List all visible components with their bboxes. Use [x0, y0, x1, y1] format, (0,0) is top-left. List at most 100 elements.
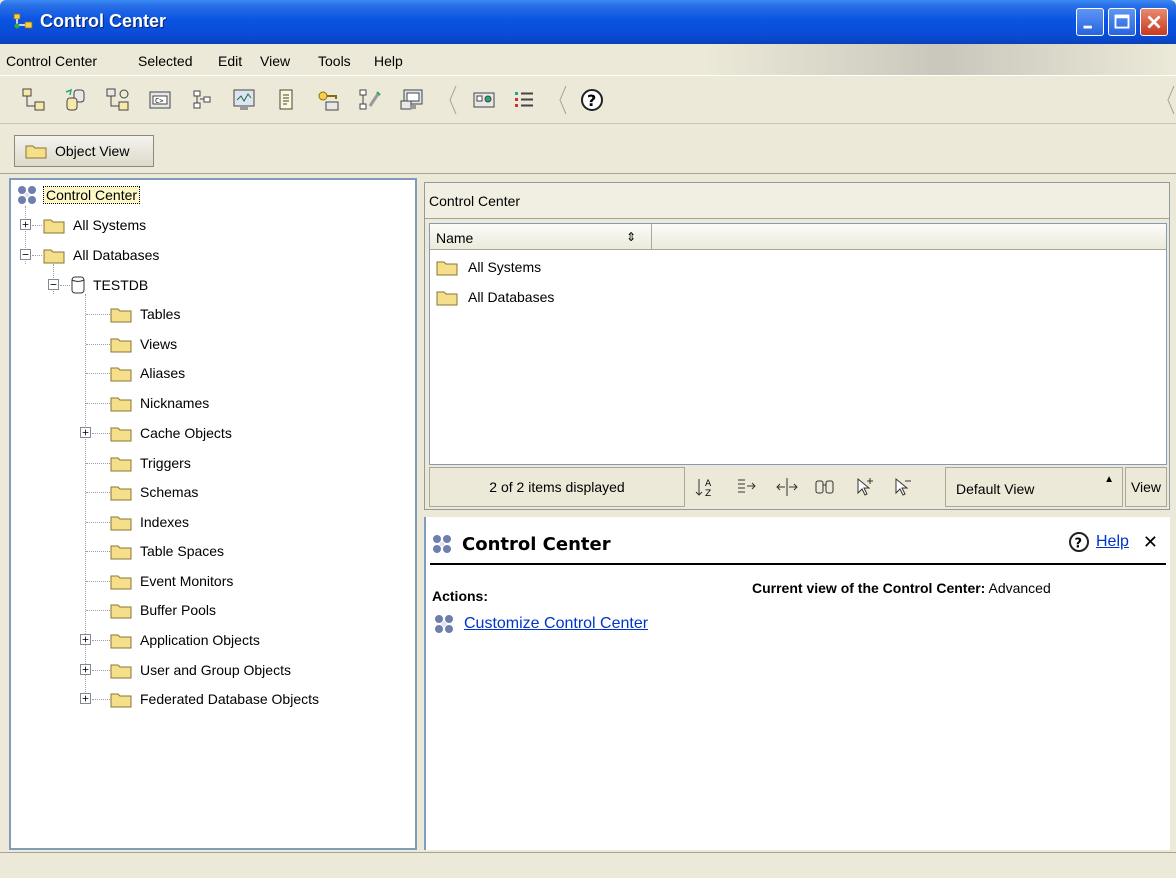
expand-icon[interactable]	[20, 219, 31, 230]
sort-az-icon[interactable]: AZ	[695, 475, 719, 499]
folder-icon	[110, 516, 132, 531]
tree-connector	[86, 314, 110, 315]
license-center-icon[interactable]	[314, 86, 342, 114]
expand-icon[interactable]	[80, 634, 91, 645]
contents-header: Control Center	[425, 183, 1169, 219]
menu-edit[interactable]: Edit	[218, 53, 242, 69]
tree-connector	[86, 403, 110, 404]
view-button[interactable]: View	[1125, 467, 1167, 507]
command-editor-icon[interactable]: C>	[146, 86, 174, 114]
tree-connector	[92, 640, 110, 641]
toolbar-overflow-icon[interactable]	[1166, 84, 1176, 116]
legend-icon[interactable]	[470, 86, 498, 114]
maximize-button[interactable]	[1108, 8, 1136, 36]
info-title: Control Center	[462, 533, 611, 555]
object-view-button[interactable]: Object View	[14, 135, 154, 167]
list-item-all-systems[interactable]: All Systems	[436, 255, 541, 279]
tree-item-table-spaces[interactable]: Table Spaces	[110, 539, 224, 563]
info-divider	[430, 563, 1166, 565]
tree-item-nicknames[interactable]: Nicknames	[110, 391, 209, 415]
customize-control-center-link[interactable]: Customize Control Center	[464, 615, 648, 633]
folder-icon	[110, 575, 132, 590]
tree-item-all-systems[interactable]: All Systems	[43, 213, 146, 237]
tree-label: All Databases	[73, 247, 160, 263]
tree-item-control-center[interactable]: Control Center	[17, 183, 141, 207]
folder-icon	[43, 249, 65, 264]
tree-item-application-objects[interactable]: Application Objects	[110, 628, 260, 652]
menu-bar: Control Center Selected Edit View Tools …	[0, 44, 1176, 76]
folder-icon	[110, 308, 132, 323]
collapse-icon[interactable]	[20, 249, 31, 260]
tree-label: Indexes	[140, 514, 190, 530]
column-header-filler	[652, 224, 1166, 250]
menu-view[interactable]: View	[260, 53, 290, 69]
close-icon	[1147, 15, 1161, 29]
tree-item-aliases[interactable]: Aliases	[110, 361, 185, 385]
tree-label: Tables	[140, 306, 181, 322]
object-tree: Control Center All Systems All Databases	[9, 178, 417, 850]
folder-icon	[25, 145, 47, 159]
satellite-icon[interactable]	[104, 86, 132, 114]
system-tree-icon[interactable]	[20, 86, 48, 114]
control-center-icon	[433, 535, 451, 553]
list-item-all-databases[interactable]: All Databases	[436, 285, 554, 309]
select-all-icon[interactable]	[853, 475, 877, 499]
tree-item-indexes[interactable]: Indexes	[110, 510, 189, 534]
dev-center-icon[interactable]	[356, 86, 384, 114]
info-title-row: Control Center	[432, 529, 1164, 559]
menu-control-center[interactable]: Control Center	[6, 53, 97, 69]
tree-item-federated-database-objects[interactable]: Federated Database Objects	[110, 687, 319, 711]
help-link[interactable]: Help	[1096, 533, 1129, 551]
collapse-icon[interactable]	[48, 279, 59, 290]
view-select[interactable]: Default View ▲	[945, 467, 1123, 507]
tree-item-views[interactable]: Views	[110, 332, 177, 356]
customize-columns-icon[interactable]	[775, 475, 799, 499]
deselect-all-icon[interactable]	[891, 475, 915, 499]
help-icon[interactable]: ?	[1068, 531, 1090, 553]
tree-item-buffer-pools[interactable]: Buffer Pools	[110, 598, 216, 622]
tree-item-user-and-group-objects[interactable]: User and Group Objects	[110, 658, 291, 682]
column-header-name[interactable]: Name ⇕	[430, 224, 652, 250]
tree-label: Table Spaces	[140, 543, 225, 559]
expand-icon[interactable]	[80, 664, 91, 675]
expand-icon[interactable]	[80, 693, 91, 704]
folder-icon	[436, 261, 458, 276]
help-icon[interactable]: ?	[578, 86, 606, 114]
expand-icon[interactable]	[80, 427, 91, 438]
folder-icon	[110, 486, 132, 501]
list-view-icon[interactable]	[510, 86, 538, 114]
customize-control-center-action[interactable]: Customize Control Center	[434, 614, 648, 634]
tree-item-tables[interactable]: Tables	[110, 302, 180, 326]
tree-item-triggers[interactable]: Triggers	[110, 451, 191, 475]
filter-icon[interactable]	[735, 475, 759, 499]
tree-item-all-databases[interactable]: All Databases	[43, 243, 159, 267]
tree-label: Triggers	[140, 455, 191, 471]
find-icon[interactable]	[813, 475, 837, 499]
menu-tools[interactable]: Tools	[318, 53, 351, 69]
minimize-button[interactable]	[1076, 8, 1104, 36]
health-center-icon[interactable]	[230, 86, 258, 114]
tree-connector	[92, 433, 110, 434]
title-bar[interactable]: Control Center	[0, 0, 1176, 44]
database-icon	[71, 276, 85, 294]
replication-icon[interactable]	[62, 86, 90, 114]
close-info-button[interactable]: ✕	[1143, 532, 1158, 553]
svg-text:?: ?	[587, 91, 596, 110]
tree-connector	[92, 699, 110, 700]
tree-item-cache-objects[interactable]: Cache Objects	[110, 421, 232, 445]
tree-item-testdb[interactable]: TESTDB	[71, 273, 148, 297]
window-title: Control Center	[40, 11, 166, 31]
tree-label: Application Objects	[140, 632, 260, 648]
tools-settings-icon[interactable]	[398, 86, 426, 114]
task-center-icon[interactable]	[188, 86, 216, 114]
menu-selected[interactable]: Selected	[138, 53, 192, 69]
current-view-value: Advanced	[988, 580, 1051, 596]
journal-icon[interactable]	[272, 86, 300, 114]
folder-icon	[110, 634, 132, 649]
pane-splitter[interactable]	[417, 178, 423, 850]
close-button[interactable]	[1140, 8, 1168, 36]
menu-help[interactable]: Help	[374, 53, 403, 69]
tree-connector	[86, 610, 110, 611]
tree-item-schemas[interactable]: Schemas	[110, 480, 198, 504]
tree-item-event-monitors[interactable]: Event Monitors	[110, 569, 233, 593]
